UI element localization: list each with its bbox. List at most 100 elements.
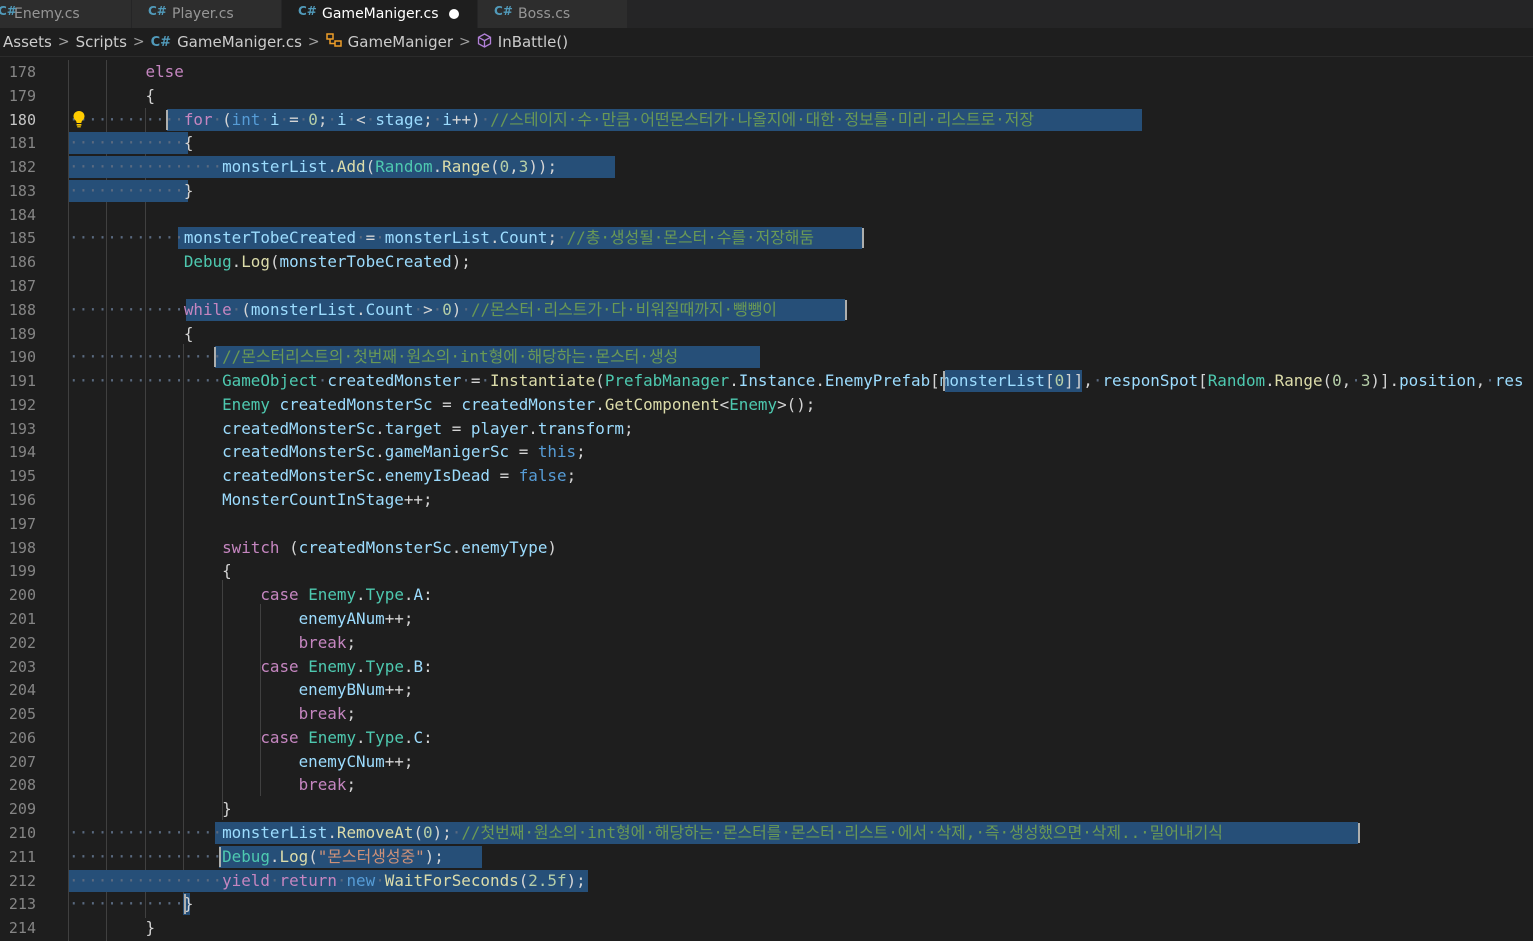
code-text: ············while·(monsterList.Count·>·0… (69, 299, 777, 319)
code-line[interactable]: 204 enemyBNum++; (0, 678, 1533, 702)
line-number: 184 (8, 205, 36, 224)
code-text: ················//몬스터리스트의·첫번째·원소의·int형에·… (69, 347, 679, 367)
code-line[interactable]: 188 ············while·(monsterList.Count·… (0, 298, 1533, 322)
code-line[interactable]: 211 ················Debug.Log("몬스터생성중"); (0, 845, 1533, 869)
tab-gamemaniger-cs[interactable]: C# GameManiger.cs (282, 0, 478, 28)
csharp-file-icon: C# (494, 4, 513, 18)
code-line[interactable]: 214 } (0, 916, 1533, 940)
code-line[interactable]: 186 Debug.Log(monsterTobeCreated); (0, 250, 1533, 274)
unsaved-dot-icon[interactable] (448, 9, 459, 19)
code-line[interactable]: 208 break; (0, 773, 1533, 797)
code-line[interactable]: 178 else (0, 60, 1533, 84)
code-text: case Enemy.Type.A: (260, 585, 433, 605)
code-line[interactable]: 184 (0, 203, 1533, 227)
code-editor[interactable]: 178 else 179 {180 ············for·(int·i·=… (0, 60, 1533, 941)
text-cursor (184, 894, 187, 915)
line-number: 190 (8, 348, 36, 367)
breadcrumb-class[interactable]: GameManiger (348, 33, 453, 51)
code-line[interactable]: 202 break; (0, 631, 1533, 655)
code-text: enemyANum++; (298, 608, 414, 628)
csharp-file-icon: C# (148, 4, 167, 18)
tab-player-cs[interactable]: C# Player.cs (132, 0, 282, 28)
line-number: 179 (8, 86, 36, 105)
line-number: 201 (8, 609, 36, 628)
code-line[interactable]: 196 MonsterCountInStage++; (0, 488, 1533, 512)
code-line[interactable]: 181 ············{ (0, 131, 1533, 155)
line-number: 209 (8, 800, 36, 819)
line-number: 188 (8, 300, 36, 319)
code-text: case Enemy.Type.C: (260, 727, 433, 747)
tab-boss-cs[interactable]: C# Boss.cs (478, 0, 628, 28)
line-number: 208 (8, 776, 36, 795)
line-number: 195 (8, 467, 36, 486)
text-cursor (166, 109, 169, 130)
code-text: break; (298, 704, 357, 724)
code-line[interactable]: 179 { (0, 84, 1533, 108)
breadcrumb: Assets > Scripts > C# GameManiger.cs > G… (0, 28, 1533, 57)
code-line[interactable]: 191 ················GameObject·createdMon… (0, 369, 1533, 393)
code-line[interactable]: 201 enemyANum++; (0, 607, 1533, 631)
code-line[interactable]: 210 ················monsterList.RemoveAt(… (0, 821, 1533, 845)
code-line[interactable]: 206 case Enemy.Type.C: (0, 726, 1533, 750)
line-number: 194 (8, 443, 36, 462)
code-text: } (145, 918, 156, 938)
code-text: Enemy createdMonsterSc = createdMonster.… (222, 394, 816, 414)
code-line[interactable]: 212 ················yield·return·new·Wait… (0, 869, 1533, 893)
code-line[interactable]: 182 ················monsterList.Add(Rando… (0, 155, 1533, 179)
line-number: 181 (8, 134, 36, 153)
line-number: 203 (8, 657, 36, 676)
code-line[interactable]: 193 createdMonsterSc.target = player.tra… (0, 417, 1533, 441)
breadcrumb-assets[interactable]: Assets (3, 33, 52, 51)
code-text: enemyBNum++; (298, 680, 414, 700)
code-text: break; (298, 775, 357, 795)
code-line[interactable]: 192 Enemy createdMonsterSc = createdMons… (0, 393, 1533, 417)
chevron-right-icon: > (459, 34, 471, 50)
code-line[interactable]: 187 (0, 274, 1533, 298)
line-number: 183 (8, 181, 36, 200)
line-number: 214 (8, 919, 36, 938)
text-cursor (943, 371, 946, 392)
line-number: 193 (8, 419, 36, 438)
breadcrumb-scripts[interactable]: Scripts (76, 33, 127, 51)
breadcrumb-file[interactable]: GameManiger.cs (177, 33, 302, 51)
code-line[interactable]: 205 break; (0, 702, 1533, 726)
code-line[interactable]: 200 case Enemy.Type.A: (0, 583, 1533, 607)
chevron-right-icon: > (132, 34, 145, 50)
line-number: 205 (8, 705, 36, 724)
tab-label: GameManiger.cs (322, 6, 439, 22)
breadcrumb-method[interactable]: InBattle() (498, 33, 568, 51)
code-line[interactable]: 185 ············monsterTobeCreated·=·mons… (0, 226, 1533, 250)
line-number: 204 (8, 681, 36, 700)
code-line[interactable]: 189 { (0, 322, 1533, 346)
code-text: ············{ (69, 133, 194, 153)
code-line[interactable]: 213 ············} (0, 892, 1533, 916)
line-number: 210 (8, 823, 36, 842)
code-line[interactable]: 180 ············for·(int·i·=·0;·i·<·stage… (0, 108, 1533, 132)
lightbulb-icon[interactable] (72, 110, 86, 128)
code-text: ············monsterTobeCreated·=·monster… (69, 228, 815, 248)
line-number: 213 (8, 895, 36, 914)
tab-label: Boss.cs (518, 6, 571, 22)
code-line[interactable]: 194 createdMonsterSc.gameManigerSc = thi… (0, 440, 1533, 464)
tab-enemy-cs[interactable]: C# Enemy.cs (0, 0, 132, 28)
line-number: 189 (8, 324, 36, 343)
code-line[interactable]: 207 enemyCNum++; (0, 750, 1533, 774)
code-text: createdMonsterSc.enemyIsDead = false; (222, 466, 577, 486)
line-number: 187 (8, 277, 36, 296)
code-line[interactable]: 197 (0, 512, 1533, 536)
code-text: ············} (69, 894, 194, 914)
text-cursor (214, 347, 217, 368)
code-line[interactable]: 209 } (0, 797, 1533, 821)
csharp-file-icon: C# (0, 4, 17, 18)
code-text: { (222, 561, 232, 581)
line-number: 197 (8, 514, 36, 533)
code-line[interactable]: 183 ············} (0, 179, 1533, 203)
code-text: } (222, 799, 232, 819)
code-line[interactable]: 198 switch (createdMonsterSc.enemyType) (0, 536, 1533, 560)
code-line[interactable]: 199 { (0, 559, 1533, 583)
code-text: ················Debug.Log("몬스터생성중"); (69, 846, 444, 866)
code-text: createdMonsterSc.target = player.transfo… (222, 418, 634, 438)
code-line[interactable]: 203 case Enemy.Type.B: (0, 655, 1533, 679)
code-line[interactable]: 190 ················//몬스터리스트의·첫번째·원소의·int… (0, 345, 1533, 369)
code-line[interactable]: 195 createdMonsterSc.enemyIsDead = false… (0, 464, 1533, 488)
